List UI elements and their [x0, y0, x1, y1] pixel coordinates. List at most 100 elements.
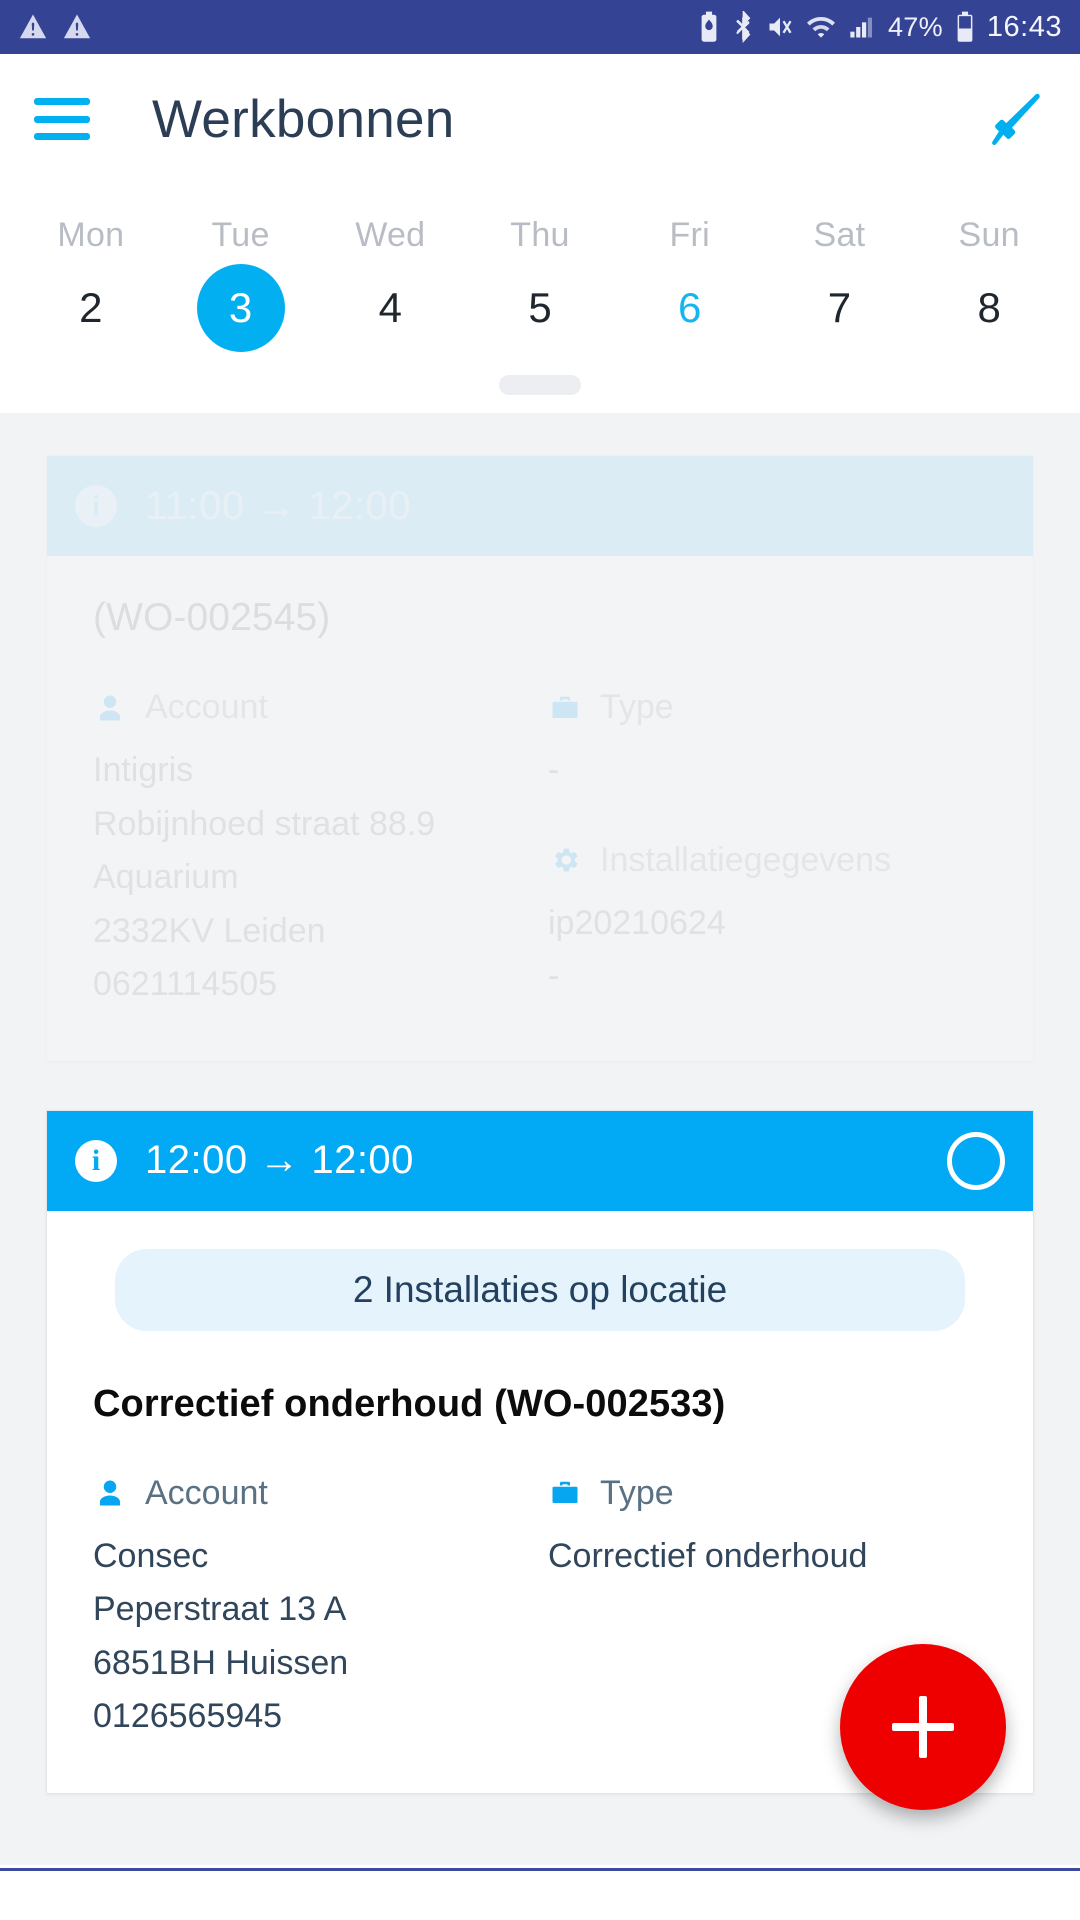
battery-percent-label: 47%: [887, 11, 943, 42]
week-day-names-row: Mon Tue Wed Thu Fri Sat Sun: [16, 184, 1064, 255]
type-column: Type - Installatiegegevens ip20210624 -: [540, 688, 987, 1017]
work-order-card-body: (WO-002545) Account Intigris Robijnhoed …: [47, 556, 1033, 1061]
account-line: 0126565945: [93, 1697, 283, 1736]
account-line: 2332KV Leiden: [93, 911, 326, 950]
type-label: Type: [600, 688, 674, 726]
volume-mute-icon: [769, 17, 792, 37]
warning-icon: [63, 14, 91, 39]
clock-label: 16:43: [986, 10, 1062, 43]
day-cell[interactable]: Tue: [166, 184, 316, 255]
account-column: Account Intigris Robijnhoed straat 88.9 …: [93, 688, 540, 1017]
warning-icon: [19, 14, 47, 39]
day-number-cell-fri[interactable]: 6: [615, 255, 765, 361]
gear-icon: [548, 841, 582, 879]
day-cell[interactable]: Mon: [16, 184, 166, 255]
installations-badge-label: 2 Installaties op locatie: [352, 1268, 728, 1310]
info-icon: i: [75, 485, 117, 527]
drag-handle[interactable]: [499, 375, 581, 395]
day-name-label: Tue: [211, 216, 270, 254]
page-title: Werkbonnen: [152, 89, 455, 149]
installation-data-value: ip20210624 -: [548, 902, 987, 999]
time-range-label: 12:00 → 12:00: [145, 1138, 414, 1183]
account-line: Aquarium: [93, 858, 239, 897]
time-range-label: 11:00 → 12:00: [145, 483, 411, 528]
person-icon: [93, 1474, 127, 1512]
account-label: Account: [145, 688, 268, 726]
day-name-label: Thu: [510, 216, 570, 254]
day-cell[interactable]: Sat: [765, 184, 915, 255]
day-cell[interactable]: Fri: [615, 184, 765, 255]
installations-badge[interactable]: 2 Installaties op locatie: [115, 1248, 965, 1331]
type-value: -: [548, 749, 987, 793]
status-bar-right-icons: 47% 16:43: [698, 11, 1062, 44]
day-number-cell-sun[interactable]: 8: [914, 255, 1064, 361]
day-number-label: 7: [827, 284, 852, 331]
battery-saver-icon: [701, 11, 717, 42]
account-line: 0621114505: [93, 965, 278, 1004]
day-number-label: 5: [528, 284, 552, 331]
installation-line: ip20210624: [548, 903, 726, 942]
week-day-numbers-row: 2 3 4 5 6 7 8: [16, 255, 1064, 361]
account-line: Peperstraat 13 A: [93, 1590, 347, 1629]
day-number-cell-thu[interactable]: 5: [465, 255, 615, 361]
plus-icon: [892, 1696, 954, 1758]
day-name-label: Mon: [57, 216, 125, 254]
person-icon: [93, 689, 127, 727]
day-number-label-today: 6: [678, 284, 702, 331]
account-value: Consec Peperstraat 13 A 6851BH Huissen 0…: [93, 1535, 540, 1739]
briefcase-icon: [548, 689, 582, 727]
megaphone-icon[interactable]: [984, 88, 1046, 150]
info-icon[interactable]: i: [75, 1139, 117, 1182]
installation-line: -: [548, 957, 560, 996]
work-order-title: (WO-002545): [93, 596, 331, 639]
installation-data-label: Installatiegegevens: [600, 840, 892, 879]
day-name-label: Fri: [669, 216, 710, 254]
day-number-label-selected: 3: [196, 264, 285, 352]
work-order-fields: Account Intigris Robijnhoed straat 88.9 …: [93, 688, 987, 1017]
day-number-label: 2: [79, 284, 103, 331]
type-line: -: [548, 751, 560, 789]
account-line: Robijnhoed straat 88.9: [93, 804, 436, 843]
system-navigation-bar: [0, 1868, 1080, 1920]
calendar-expand-handle-area[interactable]: [0, 361, 1080, 413]
day-name-label: Sun: [958, 216, 1020, 254]
day-name-label: Sat: [813, 216, 866, 254]
briefcase-icon: [548, 1474, 582, 1512]
app-bar: Werkbonnen: [0, 54, 1080, 184]
work-order-title: Correctief onderhoud (WO-002533): [93, 1382, 726, 1425]
account-column: Account Consec Peperstraat 13 A 6851BH H…: [93, 1474, 540, 1749]
work-order-card-header: i 12:00 → 12:00: [47, 1110, 1033, 1211]
status-bar-left-icons: [18, 12, 92, 42]
week-strip: Mon Tue Wed Thu Fri Sat Sun 2 3 4 5 6 7 …: [0, 184, 1080, 361]
bluetooth-icon: [736, 11, 751, 43]
status-bar: 47% 16:43: [0, 0, 1080, 54]
battery-icon: [957, 11, 973, 42]
account-line: 6851BH Huissen: [93, 1643, 349, 1682]
day-number-cell-tue[interactable]: 3: [166, 255, 316, 361]
day-cell[interactable]: Wed: [315, 184, 465, 255]
day-number-cell-sat[interactable]: 7: [765, 255, 915, 361]
day-number-label: 8: [977, 284, 1001, 331]
type-line: Correctief onderhoud: [548, 1536, 868, 1575]
day-name-label: Wed: [355, 216, 426, 254]
account-line: Intigris: [93, 751, 194, 789]
day-cell[interactable]: Sun: [914, 184, 1064, 255]
account-line: Consec: [93, 1536, 209, 1575]
day-number-cell-mon[interactable]: 2: [16, 255, 166, 361]
account-label: Account: [145, 1473, 268, 1512]
cellular-signal-icon: [850, 17, 873, 38]
day-number-label: 4: [378, 284, 402, 331]
account-value: Intigris Robijnhoed straat 88.9 Aquarium…: [93, 749, 540, 1007]
day-number-cell-wed[interactable]: 4: [315, 255, 465, 361]
work-order-card-header: i 11:00 → 12:00: [47, 456, 1033, 556]
type-label: Type: [600, 1473, 674, 1512]
status-circle-toggle[interactable]: [947, 1131, 1005, 1190]
card-spacer: [46, 1062, 1034, 1110]
day-cell[interactable]: Thu: [465, 184, 615, 255]
add-work-order-fab[interactable]: [840, 1644, 1006, 1810]
hamburger-menu-icon[interactable]: [34, 98, 90, 140]
installation-data-group: Installatiegegevens ip20210624 -: [548, 841, 987, 999]
type-value: Correctief onderhoud: [548, 1535, 987, 1579]
work-order-card-faded[interactable]: i 11:00 → 12:00 (WO-002545) Account Inti…: [46, 455, 1034, 1062]
wifi-icon: [806, 17, 835, 38]
